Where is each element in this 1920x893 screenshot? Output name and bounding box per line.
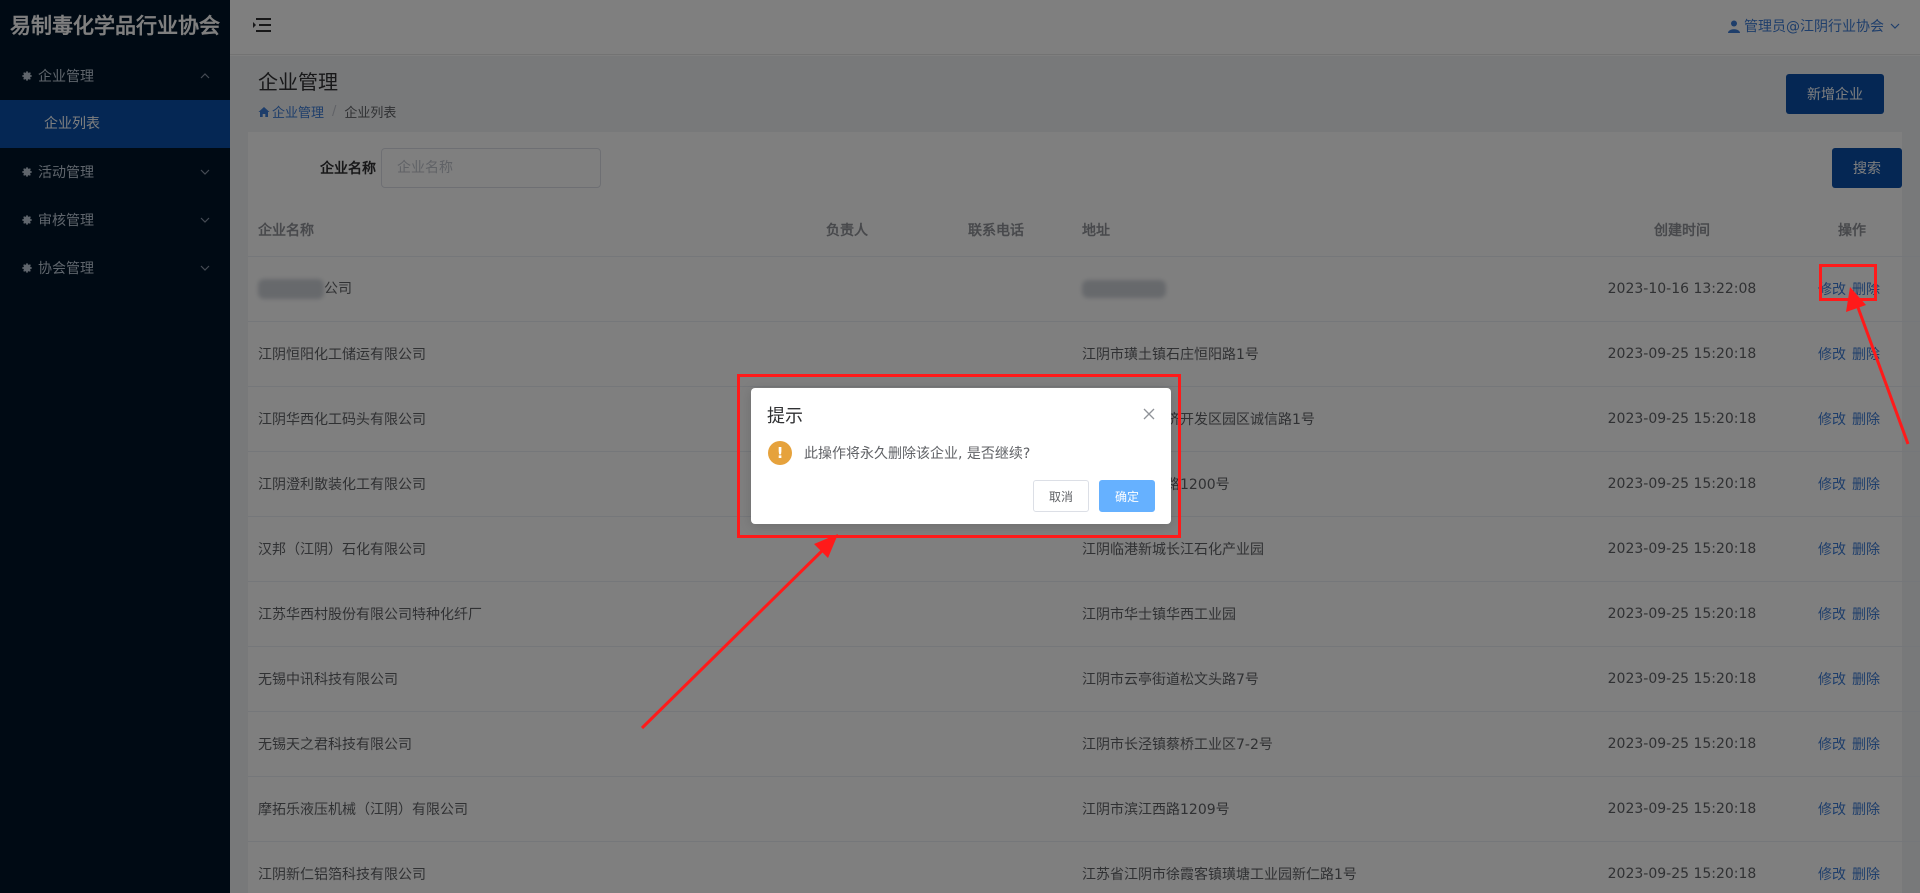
- dialog-title: 提示: [767, 406, 803, 427]
- dialog-message: 此操作将永久删除该企业, 是否继续?: [804, 446, 1031, 462]
- close-icon[interactable]: [1143, 408, 1155, 420]
- confirm-button[interactable]: 确定: [1099, 480, 1155, 512]
- dialog-buttons: 取消 确定: [1033, 480, 1155, 512]
- dialog-body: ! 此操作将永久删除该企业, 是否继续?: [768, 441, 1030, 465]
- confirm-delete-dialog: 提示 ! 此操作将永久删除该企业, 是否继续? 取消 确定: [751, 388, 1171, 524]
- warning-icon: !: [768, 441, 792, 465]
- cancel-button[interactable]: 取消: [1033, 480, 1089, 512]
